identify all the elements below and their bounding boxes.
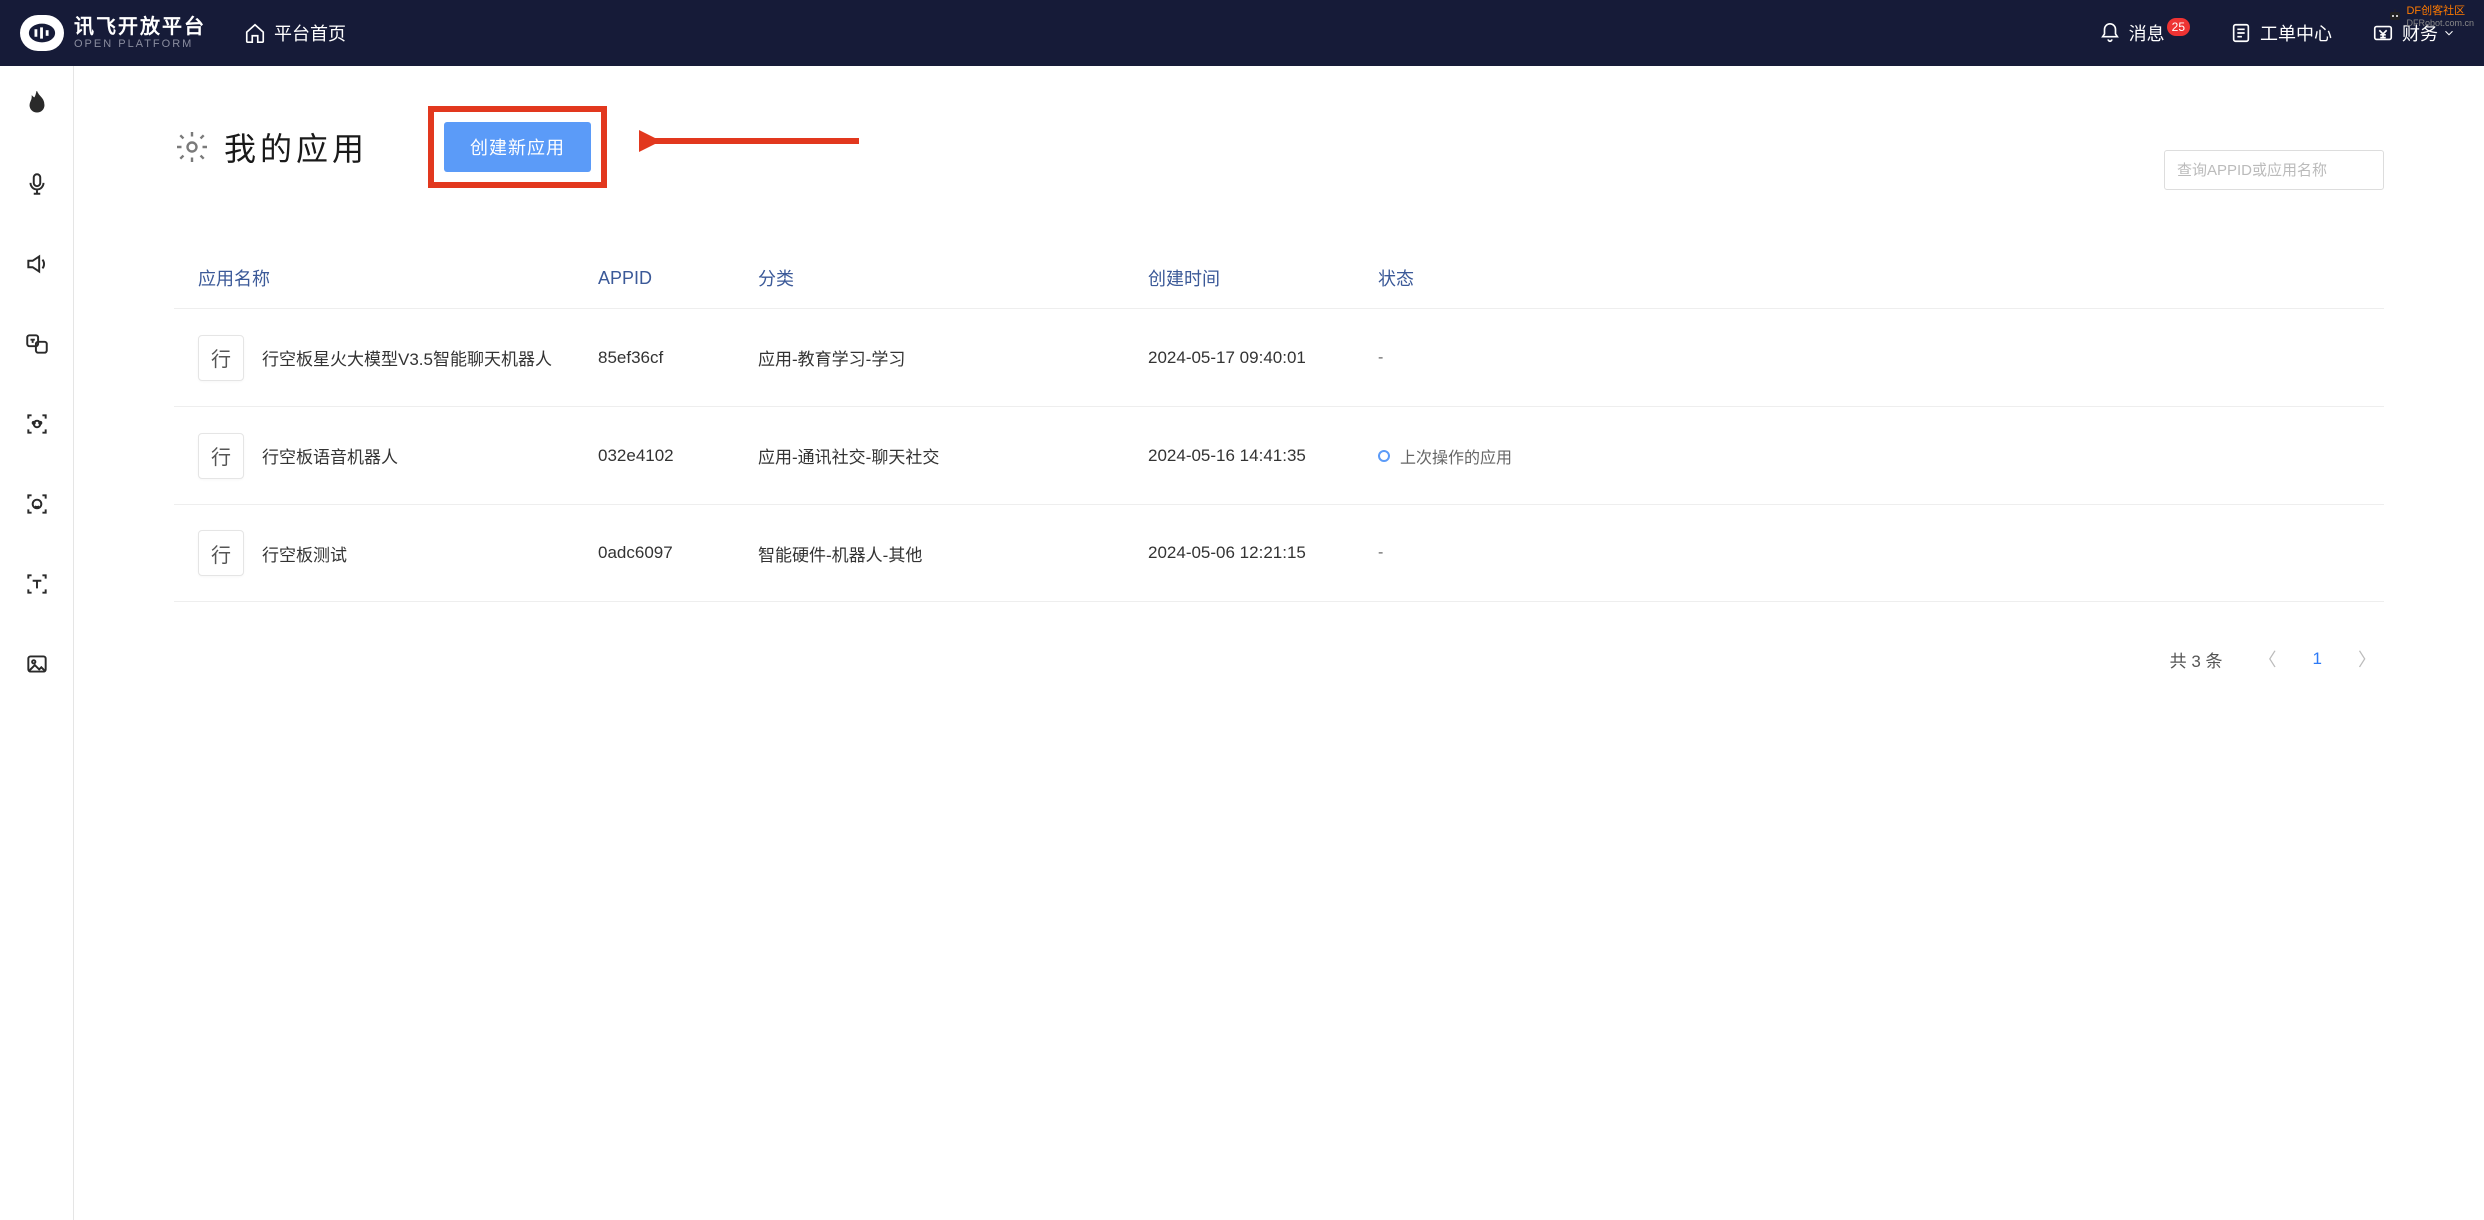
corner-brand[interactable]: DF创客社区 DFRobot.com.cn [2387,2,2474,28]
logo-icon [20,15,64,51]
table-header: 应用名称 APPID 分类 创建时间 状态 [174,248,2384,308]
nav-messages[interactable]: 消息 25 [2099,20,2190,46]
nav-messages-label: 消息 [2129,20,2165,46]
col-appid: APPID [598,268,758,289]
app-status: - [1378,544,2360,562]
app-name: 行空板星火大模型V3.5智能聊天机器人 [262,345,552,370]
col-created: 创建时间 [1148,265,1378,291]
microphone-icon [24,171,50,197]
sidebar-item-image[interactable] [23,650,51,678]
col-name: 应用名称 [198,265,598,291]
app-category: 应用-通讯社交-聊天社交 [758,443,1148,468]
face-icon [24,491,50,517]
app-status-text: 上次操作的应用 [1400,444,1512,468]
app-created: 2024-05-17 09:40:01 [1148,348,1378,368]
image-icon [24,651,50,677]
sidebar-item-speaker[interactable] [23,250,51,278]
scan-icon [24,411,50,437]
nav-tickets-label: 工单中心 [2260,20,2332,46]
app-id: 0adc6097 [598,543,758,563]
nav-tickets[interactable]: 工单中心 [2230,20,2332,46]
sidebar [0,66,74,1220]
speaker-icon [24,251,50,277]
app-table: 应用名称 APPID 分类 创建时间 状态 行 行空板星火大模型V3.5智能聊天… [174,248,2384,602]
app-created: 2024-05-06 12:21:15 [1148,543,1378,563]
flame-icon [24,91,50,117]
page-title: 我的应用 [224,124,368,170]
app-name: 行空板测试 [262,541,347,566]
nav-home[interactable]: 平台首页 [244,20,346,46]
search-box [2164,150,2384,190]
app-category: 智能硬件-机器人-其他 [758,541,1148,566]
create-app-button[interactable]: 创建新应用 [444,122,591,172]
table-row[interactable]: 行 行空板星火大模型V3.5智能聊天机器人 85ef36cf 应用-教育学习-学… [174,308,2384,406]
home-icon [244,22,266,44]
app-badge: 行 [198,530,244,576]
pagination-total: 共 3 条 [2170,647,2223,672]
col-status: 状态 [1378,265,2360,291]
search-input[interactable] [2164,150,2384,190]
app-category: 应用-教育学习-学习 [758,345,1148,370]
pagination-next[interactable]: 〉 [2350,642,2384,676]
table-row[interactable]: 行 行空板测试 0adc6097 智能硬件-机器人-其他 2024-05-06 … [174,504,2384,602]
gear-icon [174,129,210,165]
sidebar-item-ocr[interactable] [23,570,51,598]
col-category: 分类 [758,265,1148,291]
logo-subtext: OPEN PLATFORM [74,38,206,50]
app-id: 032e4102 [598,446,758,466]
corner-brand-sub: DFRobot.com.cn [2406,18,2474,28]
main-content: 我的应用 创建新应用 应用名称 APPID 分类 创建时间 状态 行 [74,66,2484,1220]
bell-icon [2099,22,2121,44]
app-status: 上次操作的应用 [1378,444,2360,468]
create-highlight: 创建新应用 [428,106,607,188]
sidebar-item-translate[interactable] [23,330,51,358]
app-status: - [1378,349,2360,367]
messages-badge: 25 [2167,18,2190,36]
ticket-icon [2230,22,2252,44]
sidebar-item-hot[interactable] [23,90,51,118]
top-bar: 讯飞开放平台 OPEN PLATFORM 平台首页 消息 25 工单中心 财务 … [0,0,2484,66]
pagination-page[interactable]: 1 [2313,649,2322,669]
pagination: 共 3 条 〈 1 〉 [174,642,2384,676]
robot-icon [2387,7,2403,23]
sidebar-item-face[interactable] [23,490,51,518]
logo-text: 讯飞开放平台 [74,16,206,38]
app-badge: 行 [198,433,244,479]
app-created: 2024-05-16 14:41:35 [1148,446,1378,466]
app-name: 行空板语音机器人 [262,443,398,468]
pagination-prev[interactable]: 〈 [2251,642,2285,676]
nav-home-label: 平台首页 [274,20,346,46]
text-scan-icon [24,571,50,597]
app-id: 85ef36cf [598,348,758,368]
translate-icon [24,331,50,357]
table-row[interactable]: 行 行空板语音机器人 032e4102 应用-通讯社交-聊天社交 2024-05… [174,406,2384,504]
logo[interactable]: 讯飞开放平台 OPEN PLATFORM [20,15,206,51]
annotation-arrow [639,126,869,161]
chevron-down-icon [2442,26,2456,40]
corner-brand-text: DF创客社区 [2406,2,2474,18]
app-badge: 行 [198,335,244,381]
sidebar-item-vision[interactable] [23,410,51,438]
sidebar-item-voice[interactable] [23,170,51,198]
status-dot-icon [1378,450,1390,462]
